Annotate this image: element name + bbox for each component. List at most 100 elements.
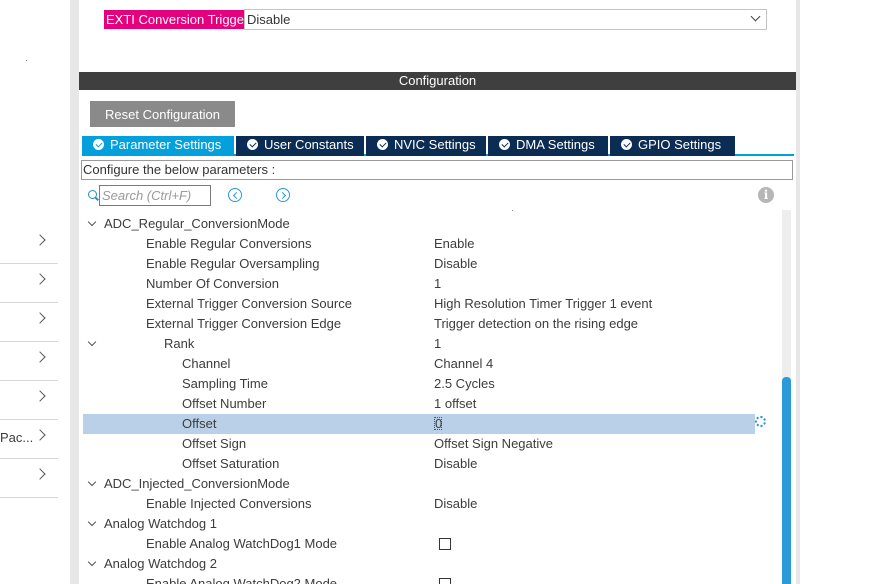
- scrollbar-thumb[interactable]: [782, 377, 791, 584]
- tab-dma-settings[interactable]: DMA Settings: [488, 136, 608, 156]
- stray-dot: [26, 60, 27, 61]
- param-name: Offset Number: [182, 396, 267, 411]
- param-value[interactable]: Offset Sign Negative: [434, 434, 553, 454]
- tab-label: User Constants: [264, 137, 354, 152]
- sidebar-item[interactable]: Pac...: [0, 420, 58, 459]
- panel-splitter[interactable]: [70, 0, 79, 584]
- tab-user-constants[interactable]: User Constants: [236, 136, 364, 156]
- sidebar-item[interactable]: [0, 459, 58, 498]
- search-input[interactable]: [99, 185, 211, 206]
- parameter-tree: ADC_Regular_ConversionMode Enable Regula…: [79, 210, 785, 584]
- sidebar-item[interactable]: [0, 303, 58, 342]
- param-name: ADC_Regular_ConversionMode: [104, 216, 290, 231]
- tree-row[interactable]: Enable Regular Conversions Enable: [83, 234, 755, 254]
- configuration-panel: EXTI Conversion Trigger Disable Configur…: [79, 0, 796, 584]
- chevron-down-icon: [750, 11, 761, 22]
- param-name: Sampling Time: [182, 376, 268, 391]
- param-name: External Trigger Conversion Edge: [146, 316, 342, 331]
- offset-value-input[interactable]: 0: [435, 414, 442, 434]
- param-value[interactable]: Enable: [434, 234, 474, 254]
- chevron-right-icon: [34, 429, 46, 441]
- tab-gpio-settings[interactable]: GPIO Settings: [610, 136, 735, 156]
- tree-row[interactable]: Offset Number 1 offset: [83, 394, 755, 414]
- param-name: Number Of Conversion: [146, 276, 279, 291]
- exti-trigger-select[interactable]: Disable: [244, 9, 767, 30]
- param-name: Enable Regular Conversions: [146, 236, 312, 251]
- param-name: Offset Sign: [182, 436, 247, 451]
- chevron-down-icon[interactable]: [87, 337, 97, 347]
- tab-label: Parameter Settings: [110, 137, 222, 152]
- tree-row[interactable]: Enable Analog WatchDog2 Mode: [83, 574, 755, 584]
- tree-row[interactable]: Channel Channel 4: [83, 354, 755, 374]
- chevron-right-icon: [34, 312, 46, 324]
- param-name: Offset: [182, 416, 217, 431]
- watchdog2-checkbox[interactable]: [439, 578, 451, 584]
- check-circle-icon: [499, 139, 510, 150]
- tree-row-selected[interactable]: Offset 0: [83, 414, 766, 434]
- tab-label: NVIC Settings: [394, 137, 476, 152]
- gear-icon[interactable]: [755, 416, 766, 427]
- param-name: Channel: [182, 356, 231, 371]
- param-value[interactable]: 2.5 Cycles: [434, 374, 495, 394]
- sidebar-item[interactable]: [0, 225, 58, 264]
- tree-group-row[interactable]: ADC_Regular_ConversionMode: [83, 214, 755, 234]
- exti-trigger-value: Disable: [247, 12, 291, 27]
- tree-row[interactable]: Enable Injected Conversions Disable: [83, 494, 755, 514]
- param-name: Analog Watchdog 2: [104, 556, 217, 571]
- chevron-down-icon[interactable]: [87, 217, 97, 227]
- param-value[interactable]: High Resolution Timer Trigger 1 event: [434, 294, 652, 314]
- sidebar-item[interactable]: [0, 342, 58, 381]
- tree-row[interactable]: External Trigger Conversion Source High …: [83, 294, 755, 314]
- watchdog1-checkbox[interactable]: [439, 538, 451, 550]
- configuration-header: Configuration: [79, 72, 796, 90]
- check-circle-icon: [247, 139, 258, 150]
- param-value[interactable]: 1: [434, 274, 441, 294]
- tree-group-row[interactable]: Analog Watchdog 2: [83, 554, 755, 574]
- exti-trigger-label: EXTI Conversion Trigger: [104, 10, 251, 29]
- chevron-right-icon: [34, 468, 46, 480]
- chevron-down-icon[interactable]: [87, 517, 97, 527]
- tree-row[interactable]: Offset Sign Offset Sign Negative: [83, 434, 755, 454]
- previous-match-icon[interactable]: [228, 188, 242, 202]
- info-icon[interactable]: i: [758, 187, 774, 203]
- param-value[interactable]: 1 offset: [434, 394, 476, 414]
- reset-configuration-button[interactable]: Reset Configuration: [90, 101, 235, 127]
- chevron-right-icon: [34, 273, 46, 285]
- tree-scrollbar[interactable]: [782, 210, 791, 584]
- tree-row[interactable]: External Trigger Conversion Edge Trigger…: [83, 314, 755, 334]
- chevron-down-icon[interactable]: [87, 477, 97, 487]
- next-match-icon[interactable]: [276, 188, 290, 202]
- chevron-right-icon: [34, 390, 46, 402]
- tree-group-row[interactable]: Analog Watchdog 1: [83, 514, 755, 534]
- check-circle-icon: [93, 139, 104, 150]
- tab-nvic-settings[interactable]: NVIC Settings: [366, 136, 486, 156]
- param-name: Enable Analog WatchDog1 Mode: [146, 536, 338, 551]
- param-value[interactable]: Trigger detection on the rising edge: [434, 314, 638, 334]
- tree-group-row[interactable]: Rank 1: [83, 334, 755, 354]
- sidebar-item-label: Pac...: [0, 430, 34, 445]
- param-name: External Trigger Conversion Source: [146, 296, 352, 311]
- sidebar-item[interactable]: [0, 381, 58, 420]
- tree-row[interactable]: Sampling Time 2.5 Cycles: [83, 374, 755, 394]
- sidebar-item[interactable]: [0, 264, 58, 303]
- chevron-down-icon[interactable]: [87, 557, 97, 567]
- param-name: Enable Injected Conversions: [146, 496, 312, 511]
- param-value[interactable]: Disable: [434, 494, 477, 514]
- tab-parameter-settings[interactable]: Parameter Settings: [82, 136, 234, 156]
- settings-tabs: Parameter Settings User Constants NVIC S…: [82, 136, 794, 156]
- stray-dot: [512, 210, 513, 211]
- param-value[interactable]: Disable: [434, 254, 477, 274]
- tree-row[interactable]: Number Of Conversion 1: [83, 274, 755, 294]
- param-name: Offset Saturation: [182, 456, 280, 471]
- param-name: Rank: [164, 336, 195, 351]
- param-value[interactable]: 1: [434, 334, 441, 354]
- tree-group-row[interactable]: ADC_Injected_ConversionMode: [83, 474, 755, 494]
- panel-splitter[interactable]: [796, 0, 800, 584]
- tab-label: DMA Settings: [516, 137, 595, 152]
- tree-row[interactable]: Enable Regular Oversampling Disable: [83, 254, 755, 274]
- tree-row[interactable]: Enable Analog WatchDog1 Mode: [83, 534, 755, 554]
- tree-row[interactable]: Offset Saturation Disable: [83, 454, 755, 474]
- param-value[interactable]: Disable: [434, 454, 477, 474]
- param-value[interactable]: Channel 4: [434, 354, 493, 374]
- check-circle-icon: [377, 139, 388, 150]
